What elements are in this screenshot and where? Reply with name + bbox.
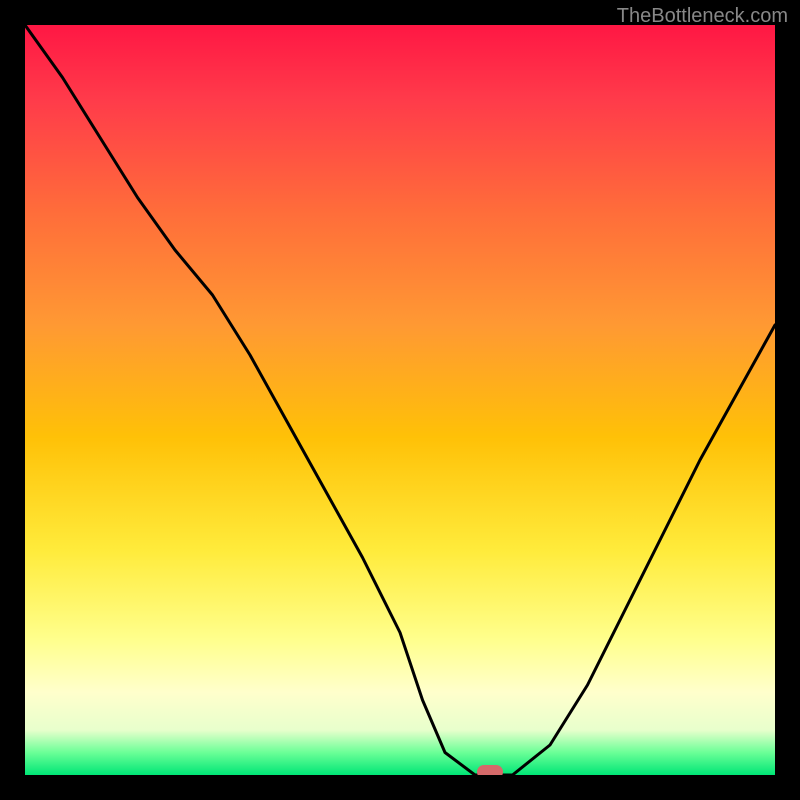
bottleneck-curve	[25, 25, 775, 775]
optimal-point-marker	[477, 765, 503, 775]
chart-plot-area	[25, 25, 775, 775]
watermark-text: TheBottleneck.com	[617, 5, 788, 28]
chart-line-svg	[25, 25, 775, 775]
